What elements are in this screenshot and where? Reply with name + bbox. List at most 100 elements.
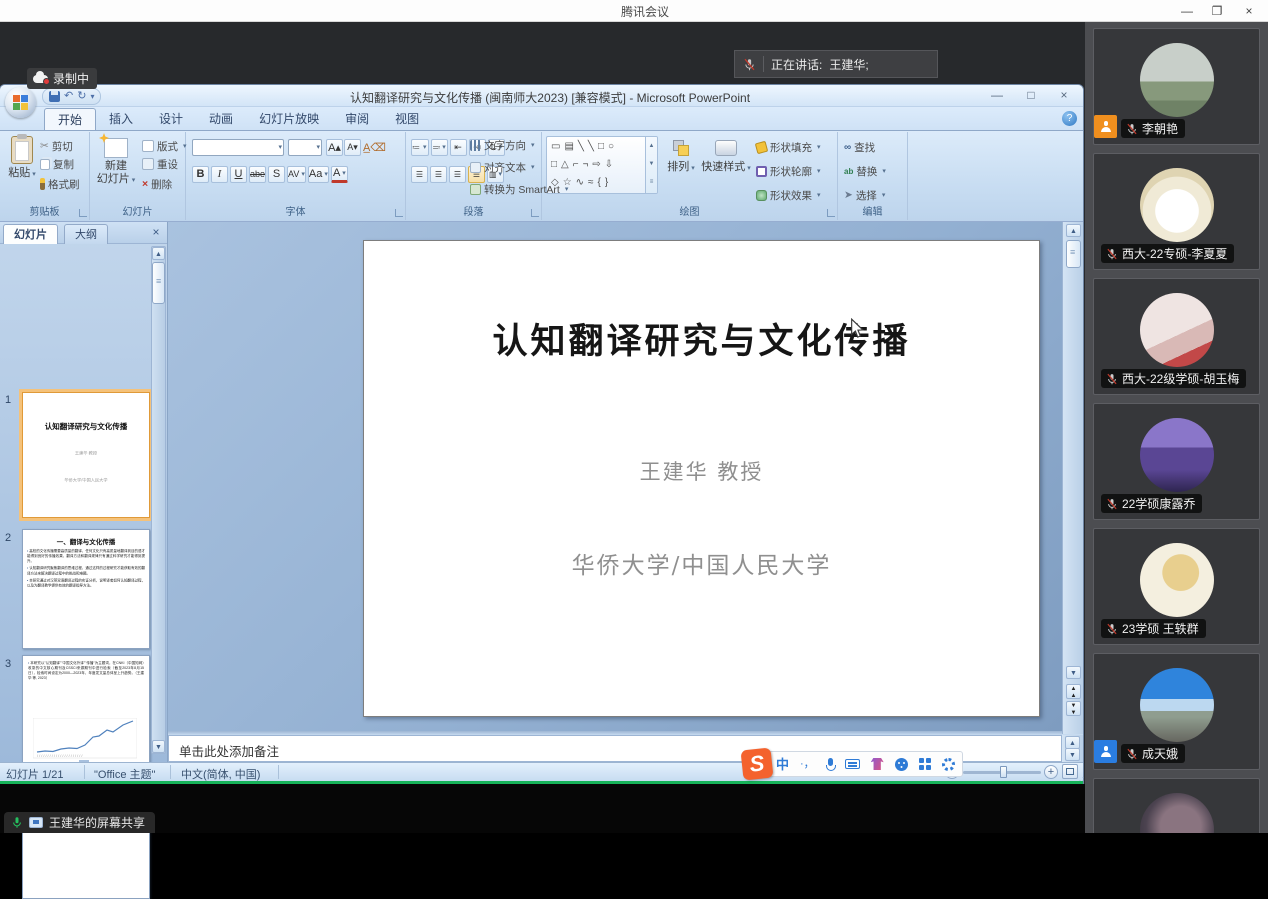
- character-spacing-button[interactable]: AV: [287, 166, 306, 183]
- quick-styles-button[interactable]: 快速样式: [700, 138, 752, 174]
- slide-thumbnail-2[interactable]: 一、翻译与文化传播 高校的文化传播需要高质量的翻译，任何文化只有高质量地翻译到目…: [22, 529, 150, 649]
- align-left-button[interactable]: ☰: [411, 166, 428, 183]
- tab-insert[interactable]: 插入: [96, 108, 146, 130]
- qat-customize-icon[interactable]: ▾: [90, 89, 94, 104]
- sogou-logo-icon[interactable]: S: [741, 748, 774, 781]
- bold-button[interactable]: B: [192, 166, 209, 183]
- shape-outline-button[interactable]: 形状轮廓: [756, 163, 821, 179]
- bullets-button[interactable]: ≔: [411, 139, 429, 156]
- tab-view[interactable]: 视图: [382, 108, 432, 130]
- shrink-font-button[interactable]: A▾: [344, 139, 361, 156]
- arrange-button[interactable]: 排列: [664, 138, 698, 174]
- scroll-down-icon[interactable]: ▼: [152, 740, 165, 753]
- text-shadow-button[interactable]: S: [268, 166, 285, 183]
- fit-to-window-button[interactable]: [1062, 764, 1078, 779]
- theme-name[interactable]: "Office 主题": [94, 766, 155, 782]
- next-slide-button[interactable]: ▼▼: [1066, 701, 1081, 716]
- align-center-button[interactable]: ☰: [430, 166, 447, 183]
- font-dialog-launcher[interactable]: [395, 209, 403, 217]
- language-indicator[interactable]: 中文(简体, 中国): [181, 766, 260, 782]
- slide-canvas[interactable]: 认知翻译研究与文化传播 王建华 教授 华侨大学/中国人民大学: [363, 240, 1040, 717]
- paragraph-dialog-launcher[interactable]: [531, 209, 539, 217]
- tab-animations[interactable]: 动画: [196, 108, 246, 130]
- underline-button[interactable]: U: [230, 166, 247, 183]
- delete-slide-button[interactable]: ×删除: [142, 176, 172, 192]
- restore-button[interactable]: ❐: [1204, 2, 1230, 20]
- reset-button[interactable]: 重设: [142, 156, 178, 172]
- screen-share-banner[interactable]: 王建华的屏幕共享: [4, 812, 155, 833]
- change-case-button[interactable]: Aa: [308, 166, 329, 183]
- tab-review[interactable]: 审阅: [332, 108, 382, 130]
- recording-badge[interactable]: 录制中: [27, 68, 97, 89]
- ime-chinese-mode-icon[interactable]: 中: [776, 758, 789, 771]
- new-slide-button[interactable]: 新建 幻灯片: [95, 136, 137, 185]
- previous-slide-button[interactable]: ▲▲: [1066, 684, 1081, 699]
- ppt-minimize-button[interactable]: —: [983, 88, 1011, 104]
- zoom-in-button[interactable]: +: [1044, 765, 1058, 779]
- convert-smartart-button[interactable]: 转换为 SmartArt: [470, 181, 590, 197]
- participant-tile[interactable]: 成天娥: [1093, 653, 1260, 770]
- replace-button[interactable]: ab替换: [844, 163, 886, 179]
- drawing-dialog-launcher[interactable]: [827, 209, 835, 217]
- font-name-combo[interactable]: [192, 139, 284, 156]
- scroll-up-icon[interactable]: ▲: [152, 247, 165, 260]
- slide-author[interactable]: 王建华 教授: [364, 456, 1039, 486]
- ime-punctuation-icon[interactable]: ·，: [800, 759, 815, 770]
- layout-button[interactable]: 版式: [142, 138, 187, 154]
- shapes-gallery-scroll[interactable]: ▲▼≡: [645, 137, 657, 193]
- participant-tile[interactable]: 李朝艳: [1093, 28, 1260, 145]
- decrease-indent-button[interactable]: ⇤: [450, 139, 467, 156]
- ime-voice-icon[interactable]: [826, 758, 834, 771]
- close-button[interactable]: ×: [1236, 2, 1262, 20]
- ppt-close-button[interactable]: ×: [1050, 88, 1078, 104]
- editor-scrollbar[interactable]: ▲ ▼ ▲▲ ▼▼: [1062, 222, 1083, 734]
- strikethrough-button[interactable]: abe: [249, 166, 266, 183]
- clear-formatting-button[interactable]: A̲⌫: [362, 139, 387, 156]
- font-size-combo[interactable]: [288, 139, 322, 156]
- slide-editor-area[interactable]: 认知翻译研究与文化传播 王建华 教授 华侨大学/中国人民大学: [168, 222, 1062, 734]
- office-button[interactable]: [5, 87, 36, 118]
- tab-slideshow[interactable]: 幻灯片放映: [246, 108, 332, 130]
- find-button[interactable]: ∞查找: [844, 139, 875, 155]
- cut-button[interactable]: ✂剪切: [40, 138, 73, 154]
- participant-tile[interactable]: 西大-22级学硕-胡玉梅: [1093, 278, 1260, 395]
- tab-design[interactable]: 设计: [146, 108, 196, 130]
- ime-settings-icon[interactable]: [942, 758, 955, 771]
- align-right-button[interactable]: ☰: [449, 166, 466, 183]
- paste-button[interactable]: 粘贴: [3, 136, 41, 180]
- participant-tile[interactable]: 22学硕康露乔: [1093, 403, 1260, 520]
- help-button[interactable]: ?: [1062, 111, 1077, 126]
- slide-thumbnail-1[interactable]: 认知翻译研究与文化传播 王建华 教授 华侨大学/中国人民大学: [22, 392, 150, 518]
- zoom-slider-handle[interactable]: [1000, 766, 1007, 778]
- slide-title[interactable]: 认知翻译研究与文化传播: [364, 313, 1039, 364]
- minimize-button[interactable]: —: [1174, 2, 1200, 20]
- scroll-down-icon[interactable]: ▼: [1066, 666, 1081, 679]
- ime-keyboard-icon[interactable]: [845, 759, 860, 769]
- tab-slides-panel[interactable]: 幻灯片: [3, 224, 58, 244]
- align-text-button[interactable]: 对齐文本: [470, 159, 590, 175]
- shape-fill-button[interactable]: 形状填充: [756, 139, 821, 155]
- font-color-button[interactable]: A: [331, 166, 348, 183]
- participant-tile[interactable]: 西大-22专硕-李夏夏: [1093, 153, 1260, 270]
- scroll-down-icon[interactable]: ▼: [1065, 748, 1080, 761]
- panel-close-icon[interactable]: ×: [149, 225, 163, 239]
- slide-thumbnail-3[interactable]: 本研究以"认知翻译""中国文化外译""传播"为主题词，在CNKI（中国知网）收录…: [22, 655, 150, 773]
- numbering-button[interactable]: ≕: [431, 139, 448, 156]
- scrollbar-thumb[interactable]: [1066, 240, 1081, 268]
- notes-scrollbar[interactable]: ▲ ▼: [1062, 735, 1083, 762]
- ime-toolbox-icon[interactable]: [919, 758, 931, 770]
- redo-icon[interactable]: ↻: [77, 89, 86, 104]
- ime-skin-icon[interactable]: [871, 758, 884, 770]
- scroll-up-icon[interactable]: ▲: [1066, 224, 1081, 237]
- participant-tile[interactable]: [1093, 778, 1260, 833]
- slide-affiliation[interactable]: 华侨大学/中国人民大学: [364, 546, 1039, 580]
- copy-button[interactable]: 复制: [40, 156, 74, 172]
- italic-button[interactable]: I: [211, 166, 228, 183]
- ppt-maximize-button[interactable]: □: [1017, 88, 1045, 104]
- tab-home[interactable]: 开始: [44, 108, 96, 130]
- participant-tile[interactable]: 23学硕 王轶群: [1093, 528, 1260, 645]
- shape-effects-button[interactable]: 形状效果: [756, 187, 821, 203]
- scrollbar-thumb[interactable]: [152, 262, 165, 304]
- save-icon[interactable]: [49, 91, 60, 102]
- undo-icon[interactable]: ↶: [64, 89, 73, 104]
